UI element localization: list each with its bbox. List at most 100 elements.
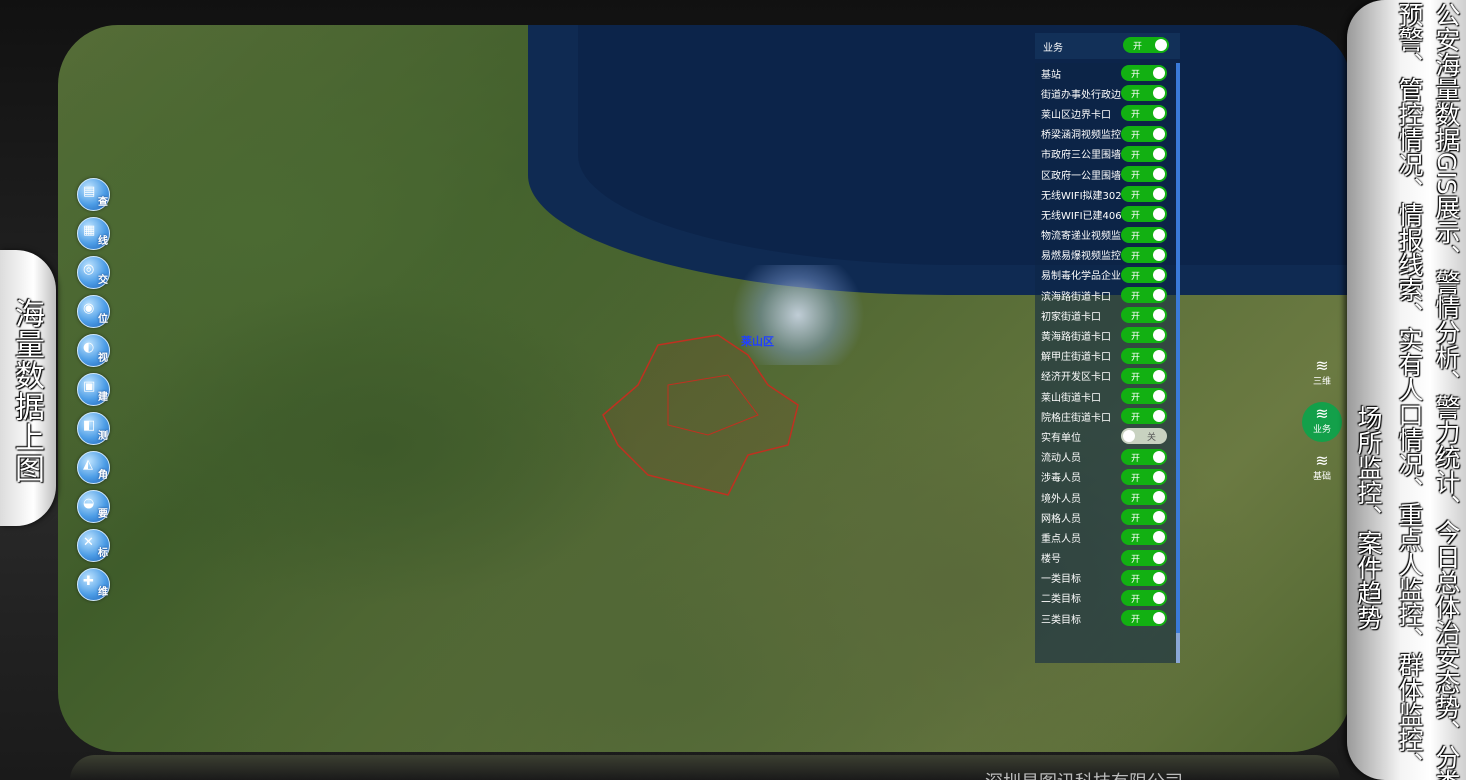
layer-toggle[interactable]: 开 bbox=[1121, 226, 1167, 243]
layer-name: 莱山街道卡口 bbox=[1041, 392, 1101, 404]
tool-label: 建 bbox=[98, 392, 108, 403]
layer-row: 楼号 开 bbox=[1035, 548, 1176, 568]
layer-name: 初家街道卡口 bbox=[1041, 311, 1101, 323]
right-strip-line-2: 预警、管控情况、情报线索、实有人口情况、重点人监控、群体监控、 bbox=[1395, 2, 1424, 777]
layer-toggle[interactable]: 关 bbox=[1121, 428, 1167, 445]
tool-button-5[interactable]: ◐ 视 bbox=[77, 334, 110, 367]
layer-toggle[interactable]: 开 bbox=[1121, 125, 1167, 142]
layer-toggle[interactable]: 开 bbox=[1121, 388, 1167, 404]
toggle-knob bbox=[1153, 248, 1165, 261]
layer-name: 街道办事处行政边 bbox=[1041, 89, 1121, 101]
scrollbar-thumb[interactable] bbox=[1176, 63, 1180, 633]
toggle-text: 开 bbox=[1131, 130, 1141, 141]
layer-toggle[interactable]: 开 bbox=[1121, 549, 1167, 566]
layer-toggle[interactable]: 开 bbox=[1121, 488, 1167, 505]
layer-toggle[interactable]: 开 bbox=[1121, 246, 1167, 263]
footer-company: 深圳易图讯科技有限公司 bbox=[985, 768, 1183, 780]
layer-row: 经济开发区卡口 开 bbox=[1035, 366, 1176, 386]
layer-name: 无线WIFI已建406 bbox=[1041, 210, 1122, 222]
layer-toggle[interactable]: 开 bbox=[1121, 327, 1167, 344]
layer-name: 网格人员 bbox=[1041, 513, 1081, 525]
layer-toggle[interactable]: 开 bbox=[1121, 367, 1167, 384]
layer-toggle[interactable]: 开 bbox=[1121, 448, 1167, 465]
layer-toggle[interactable]: 开 bbox=[1121, 65, 1167, 81]
threed-button[interactable]: ≋ 三维 bbox=[1302, 356, 1342, 388]
layer-row: 院格庄街道卡口 开 bbox=[1035, 406, 1176, 426]
tool-button-7[interactable]: ◧ 测 bbox=[77, 412, 110, 445]
layer-toggle[interactable]: 开 bbox=[1121, 589, 1167, 606]
layer-toggle[interactable]: 开 bbox=[1121, 307, 1167, 324]
tool-button-8[interactable]: ◭ 角 bbox=[77, 451, 110, 484]
layers-icon: ◧ bbox=[83, 418, 96, 433]
layer-toggle[interactable]: 开 bbox=[1121, 85, 1167, 102]
layer-name: 解甲庄街道卡口 bbox=[1041, 352, 1111, 364]
toggle-knob bbox=[1153, 127, 1165, 140]
tool-button-9[interactable]: ◒ 要 bbox=[77, 490, 110, 523]
layer-name: 莱山区边界卡口 bbox=[1041, 109, 1111, 121]
toggle-knob bbox=[1153, 67, 1165, 79]
layer-toggle[interactable]: 开 bbox=[1121, 529, 1167, 546]
toggle-text: 开 bbox=[1131, 251, 1141, 262]
layer-row: 解甲庄街道卡口 开 bbox=[1035, 346, 1176, 366]
layer-toggle[interactable]: 开 bbox=[1121, 145, 1167, 162]
toggle-knob bbox=[1153, 490, 1165, 503]
layer-toggle[interactable]: 开 bbox=[1121, 610, 1167, 627]
layer-toggle[interactable]: 开 bbox=[1121, 165, 1167, 182]
layer-toggle[interactable]: 开 bbox=[1121, 206, 1167, 223]
tool-button-4[interactable]: ◉ 位 bbox=[77, 295, 110, 328]
base-button[interactable]: ≋ 基础 bbox=[1302, 451, 1342, 483]
tool-button-10[interactable]: ✕ 标 bbox=[77, 529, 110, 562]
layer-toggle[interactable]: 开 bbox=[1121, 266, 1167, 283]
layer-name: 黄海路街道卡口 bbox=[1041, 332, 1111, 344]
layer-row: 街道办事处行政边开 bbox=[1035, 83, 1176, 103]
toggle-knob bbox=[1153, 329, 1165, 342]
tool-button-3[interactable]: ◎ 交 bbox=[77, 256, 110, 289]
layer-list[interactable]: 基站开街道办事处行政边开莱山区边界卡口开桥梁涵洞视频监控开市政府三公里围墙开区政… bbox=[1035, 63, 1176, 663]
layer-toggle[interactable]: 开 bbox=[1121, 468, 1167, 485]
toggle-text: 开 bbox=[1131, 191, 1141, 202]
toggle-knob bbox=[1153, 309, 1165, 322]
layer-row: 黄海路街道卡口 开 bbox=[1035, 325, 1176, 345]
layer-row: 境外人员 开 bbox=[1035, 487, 1176, 507]
layer-row: 桥梁涵洞视频监控开 bbox=[1035, 124, 1176, 144]
toggle-text: 开 bbox=[1131, 231, 1141, 242]
layer-toggle[interactable]: 开 bbox=[1121, 186, 1167, 203]
toggle-text: 开 bbox=[1131, 372, 1141, 383]
toggle-text: 开 bbox=[1131, 413, 1141, 424]
business-toggle[interactable]: 开 bbox=[1123, 37, 1169, 53]
toggle-knob bbox=[1153, 612, 1165, 625]
layer-toggle[interactable]: 开 bbox=[1121, 509, 1167, 526]
layer-row: 重点人员 开 bbox=[1035, 527, 1176, 547]
layer-name: 实有单位 bbox=[1041, 432, 1081, 444]
toggle-text: 开 bbox=[1131, 110, 1141, 121]
layer-row: 基站 开 bbox=[1035, 63, 1176, 83]
toggle-text: 开 bbox=[1131, 150, 1141, 161]
toggle-text: 开 bbox=[1131, 574, 1141, 585]
wrench-icon: ✚ bbox=[83, 574, 94, 589]
layer-row: 涉毒人员 开 bbox=[1035, 467, 1176, 487]
toggle-knob bbox=[1153, 390, 1165, 402]
region-label: 莱山区 bbox=[741, 335, 774, 348]
database-icon: ≋ bbox=[1315, 356, 1329, 375]
toggle-knob bbox=[1153, 289, 1165, 302]
grid-icon: ▦ bbox=[83, 223, 96, 238]
layer-toggle[interactable]: 开 bbox=[1121, 408, 1167, 425]
layer-toggle[interactable]: 开 bbox=[1121, 569, 1167, 586]
layer-row: 流动人员 开 bbox=[1035, 447, 1176, 467]
tool-button-11[interactable]: ✚ 维 bbox=[77, 568, 110, 601]
tool-label: 查 bbox=[98, 197, 108, 208]
layer-toggle[interactable]: 开 bbox=[1121, 287, 1167, 304]
tool-button-2[interactable]: ▦ 线 bbox=[77, 217, 110, 250]
layer-header-label: 业务 bbox=[1043, 42, 1063, 54]
layer-name: 楼号 bbox=[1041, 554, 1061, 566]
toggle-text: 开 bbox=[1131, 170, 1141, 181]
layer-toggle[interactable]: 开 bbox=[1121, 347, 1167, 364]
business-button[interactable]: ≋ 业务 bbox=[1302, 402, 1342, 442]
layer-name: 基站 bbox=[1041, 69, 1061, 81]
toggle-text: 开 bbox=[1131, 312, 1141, 323]
layer-toggle[interactable]: 开 bbox=[1121, 105, 1167, 122]
tool-button-6[interactable]: ▣ 建 bbox=[77, 373, 110, 406]
tool-button-1[interactable]: ▤ 查 bbox=[77, 178, 110, 211]
district-boundary[interactable] bbox=[598, 325, 808, 505]
database-icon: ≋ bbox=[1315, 451, 1329, 470]
